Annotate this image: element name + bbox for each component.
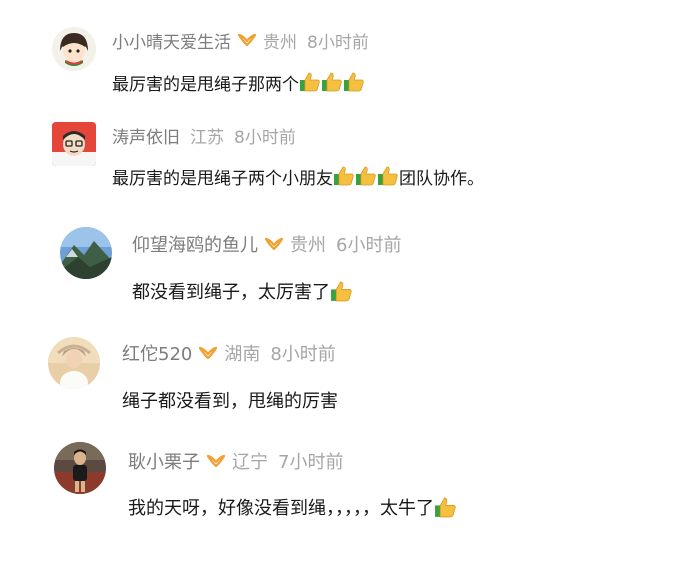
location: 江苏 (190, 127, 224, 148)
thumbs-up-icon (377, 165, 399, 187)
comment-item: 小小晴天爱生活 贵州 8小时前 最厉害的是甩绳子那两个 (0, 0, 686, 100)
mountain-photo-avatar-icon (60, 227, 112, 279)
location: 辽宁 (232, 452, 268, 473)
thumbs-up-icon (299, 71, 321, 93)
location: 贵州 (290, 235, 326, 256)
timestamp: 8小时前 (270, 344, 336, 365)
timestamp: 6小时前 (336, 235, 402, 256)
avatar[interactable] (48, 337, 100, 389)
comment-text: 都没看到绳子，太厉害了 (132, 278, 353, 304)
username[interactable]: 红佗520 (122, 340, 192, 366)
username[interactable]: 仰望海鸥的鱼儿 (132, 231, 258, 257)
comment-body: 最厉害的是甩绳子那两个 (112, 74, 299, 95)
comment-meta: 小小晴天爱生活 贵州 8小时前 (112, 28, 369, 53)
location: 贵州 (263, 32, 297, 53)
comment-item: 耿小栗子 辽宁 7小时前 我的天呀，好像没看到绳，，，，，太牛了 (0, 430, 686, 565)
vip-badge-icon (237, 33, 257, 47)
thumbs-up-icon (343, 71, 365, 93)
thumbs-up-icon (355, 165, 377, 187)
comment-meta: 耿小栗子 辽宁 7小时前 (128, 449, 343, 473)
person-photo-avatar-icon (54, 442, 106, 494)
cartoon-girl-avatar-icon (52, 27, 96, 71)
cartoon-man-avatar-icon (52, 122, 96, 166)
comment-item: 仰望海鸥的鱼儿 贵州 6小时前 都没看到绳子，太厉害了 (0, 210, 686, 325)
username[interactable]: 涛声依旧 (112, 123, 180, 148)
thumbs-up-icon (434, 496, 457, 519)
comment-text: 最厉害的是甩绳子那两个 (112, 70, 365, 95)
thumbs-up-icon (321, 71, 343, 93)
comment-body-suffix: 团队协作。 (399, 168, 484, 189)
timestamp: 8小时前 (307, 32, 369, 53)
vip-badge-icon (206, 454, 226, 468)
vip-badge-icon (198, 346, 218, 360)
username[interactable]: 小小晴天爱生活 (112, 28, 231, 53)
thumbs-up-icon (333, 165, 355, 187)
woman-photo-avatar-icon (48, 337, 100, 389)
comment-body: 绳子都没看到，甩绳的厉害 (122, 391, 338, 412)
comment-text: 最厉害的是甩绳子两个小朋友 团队协作。 (112, 164, 484, 189)
comment-meta: 仰望海鸥的鱼儿 贵州 6小时前 (132, 232, 401, 256)
thumbs-up-icon (330, 280, 353, 303)
vip-badge-icon (264, 237, 284, 251)
comment-body: 都没看到绳子，太厉害了 (132, 282, 330, 303)
username[interactable]: 耿小栗子 (128, 448, 200, 474)
comment-text: 我的天呀，好像没看到绳，，，，，太牛了 (128, 494, 457, 520)
timestamp: 7小时前 (278, 452, 344, 473)
avatar[interactable] (54, 442, 106, 494)
comment-meta: 涛声依旧 江苏 8小时前 (112, 123, 296, 148)
comment-meta: 红佗520 湖南 8小时前 (122, 341, 336, 365)
comment-item: 涛声依旧 江苏 8小时前 最厉害的是甩绳子两个小朋友 团队协作。 (0, 100, 686, 210)
location: 湖南 (224, 344, 261, 365)
avatar[interactable] (52, 27, 96, 71)
avatar[interactable] (52, 122, 96, 166)
comment-body: 我的天呀，好像没看到绳，，，，，太牛了 (128, 498, 434, 519)
comment-text: 绳子都没看到，甩绳的厉害 (122, 387, 338, 413)
comment-item: 红佗520 湖南 8小时前 绳子都没看到，甩绳的厉害 (0, 325, 686, 430)
avatar[interactable] (60, 227, 112, 279)
comment-body: 最厉害的是甩绳子两个小朋友 (112, 168, 333, 189)
timestamp: 8小时前 (234, 127, 296, 148)
